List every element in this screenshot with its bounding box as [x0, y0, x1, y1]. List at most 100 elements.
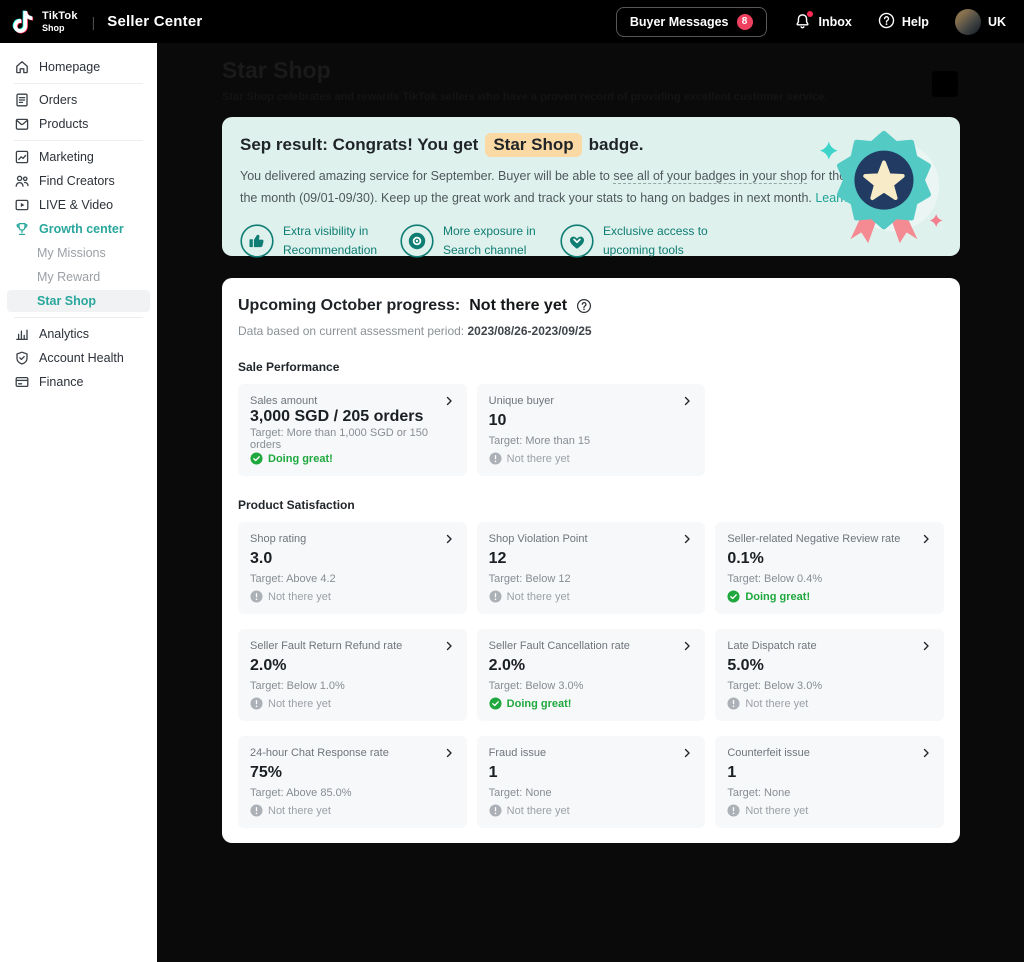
sidebar-item-my-missions[interactable]: My Missions: [0, 242, 157, 264]
help-label: Help: [902, 15, 929, 29]
home-icon: [14, 59, 30, 75]
sidebar-item-marketing[interactable]: Marketing: [0, 146, 157, 168]
sidebar-item-label: Homepage: [39, 60, 100, 74]
metric-card[interactable]: Shop Violation Point12Target: Below 12No…: [477, 522, 706, 614]
chevron-right-icon[interactable]: [443, 747, 455, 759]
metric-target: Target: Below 3.0%: [489, 680, 694, 692]
metric-status-text: Not there yet: [268, 805, 331, 817]
metric-status-text: Not there yet: [745, 698, 808, 710]
exclamation-circle-icon: [489, 452, 502, 465]
metric-status-text: Doing great!: [268, 453, 333, 465]
sidebar-item-analytics[interactable]: Analytics: [0, 323, 157, 345]
metric-status: Not there yet: [250, 590, 455, 603]
chevron-right-icon[interactable]: [920, 640, 932, 652]
metric-status-text: Doing great!: [507, 698, 572, 710]
chevron-right-icon[interactable]: [443, 640, 455, 652]
section-title: Product Satisfaction: [238, 498, 944, 512]
dimmed-action-button: [932, 71, 958, 97]
metric-value: 75%: [250, 764, 455, 782]
sidebar-item-label: Marketing: [39, 150, 94, 164]
metric-card[interactable]: Unique buyer10Target: More than 15Not th…: [477, 384, 706, 476]
sidebar-divider: [14, 83, 143, 84]
metric-grid: Sales amount3,000 SGD / 205 ordersTarget…: [238, 384, 944, 476]
logo-subtitle: Shop: [42, 24, 78, 33]
metric-label: Sales amount: [250, 395, 317, 407]
sidebar-item-star-shop[interactable]: Star Shop: [7, 290, 150, 312]
help-button[interactable]: Help: [878, 12, 929, 32]
products-icon: [14, 116, 30, 132]
sidebar-item-my-reward[interactable]: My Reward: [0, 266, 157, 288]
tiktok-shop-logo[interactable]: TikTok Shop: [10, 9, 78, 35]
buyer-messages-label: Buyer Messages: [630, 15, 729, 29]
metric-card[interactable]: Seller-related Negative Review rate0.1%T…: [715, 522, 944, 614]
metric-target: Target: More than 1,000 SGD or 150 order…: [250, 427, 455, 451]
banner-body-text-1: You delivered amazing service for Septem…: [240, 169, 613, 183]
benefit-item: Exclusive access to upcoming tools: [560, 222, 712, 259]
avatar: [955, 9, 981, 35]
chevron-right-icon[interactable]: [681, 533, 693, 545]
exclamation-circle-icon: [250, 697, 263, 710]
metric-card[interactable]: Sales amount3,000 SGD / 205 ordersTarget…: [238, 384, 467, 476]
benefit-item: Extra visibility in Recommendation: [240, 222, 392, 259]
sidebar-item-label: Find Creators: [39, 174, 115, 188]
chevron-right-icon[interactable]: [681, 640, 693, 652]
metric-label: 24-hour Chat Response rate: [250, 747, 389, 759]
logo-text: TikTok Shop: [42, 11, 78, 33]
chevron-right-icon[interactable]: [681, 395, 693, 407]
benefit-label: Extra visibility in Recommendation: [283, 222, 392, 259]
metric-target: Target: More than 15: [489, 435, 694, 447]
analytics-icon: [14, 326, 30, 342]
metric-value: 12: [489, 550, 694, 568]
shield-icon: [14, 350, 30, 366]
account-menu[interactable]: UK: [955, 9, 1006, 35]
sidebar-item-find-creators[interactable]: Find Creators: [0, 170, 157, 192]
chevron-right-icon[interactable]: [920, 533, 932, 545]
sidebar-item-growth-center[interactable]: Growth center: [0, 218, 157, 240]
metric-target: Target: Above 4.2: [250, 573, 455, 585]
inbox-button[interactable]: Inbox: [793, 12, 852, 31]
sidebar-item-label: Orders: [39, 93, 77, 107]
sidebar-item-account-health[interactable]: Account Health: [0, 347, 157, 369]
metric-target: Target: Above 85.0%: [250, 787, 455, 799]
metric-label: Seller Fault Return Refund rate: [250, 640, 402, 652]
metric-card[interactable]: Fraud issue1Target: NoneNot there yet: [477, 736, 706, 828]
sidebar-item-orders[interactable]: Orders: [0, 89, 157, 111]
badges-in-shop-link[interactable]: see all of your badges in your shop: [613, 169, 807, 184]
metric-status-text: Doing great!: [745, 591, 810, 603]
metric-target: Target: Below 12: [489, 573, 694, 585]
metric-value: 10: [489, 412, 694, 430]
sidebar-item-live-video[interactable]: LIVE & Video: [0, 194, 157, 216]
metric-card[interactable]: Seller Fault Return Refund rate2.0%Targe…: [238, 629, 467, 721]
metric-card[interactable]: Counterfeit issue1Target: NoneNot there …: [715, 736, 944, 828]
buyer-messages-button[interactable]: Buyer Messages 8: [616, 7, 767, 37]
sidebar-item-label: Finance: [39, 375, 83, 389]
chevron-right-icon[interactable]: [681, 747, 693, 759]
metric-status-text: Not there yet: [268, 591, 331, 603]
progress-card: Upcoming October progress: Not there yet…: [222, 278, 960, 843]
sidebar-item-label: LIVE & Video: [39, 198, 113, 212]
metric-target: Target: Below 3.0%: [727, 680, 932, 692]
sidebar-item-finance[interactable]: Finance: [0, 371, 157, 393]
metric-value: 2.0%: [250, 657, 455, 675]
chevron-right-icon[interactable]: [920, 747, 932, 759]
metric-status: Doing great!: [489, 697, 694, 710]
metric-card[interactable]: 24-hour Chat Response rate 75% Target: Abo…: [238, 736, 467, 828]
metric-card[interactable]: Shop rating3.0Target: Above 4.2Not there…: [238, 522, 467, 614]
metric-card[interactable]: Seller Fault Cancellation rate2.0%Target…: [477, 629, 706, 721]
star-shop-highlight: Star Shop: [485, 133, 581, 157]
metric-label: Fraud issue: [489, 747, 546, 759]
metric-status-text: Not there yet: [507, 591, 570, 603]
top-header: TikTok Shop | Seller Center Buyer Messag…: [0, 0, 1024, 43]
buyer-messages-badge: 8: [737, 14, 753, 30]
page-header-dimmed: Star Shop Star Shop celebrates and rewar…: [157, 43, 1024, 103]
sidebar-item-products[interactable]: Products: [0, 113, 157, 135]
exclamation-circle-icon: [250, 804, 263, 817]
question-circle-icon[interactable]: [576, 298, 592, 314]
sidebar-item-homepage[interactable]: Homepage: [0, 56, 157, 78]
chevron-right-icon[interactable]: [443, 533, 455, 545]
metric-card[interactable]: Late Dispatch rate5.0%Target: Below 3.0%…: [715, 629, 944, 721]
creators-icon: [14, 173, 30, 189]
metric-status: Doing great!: [250, 452, 455, 465]
sidebar-item-label: Star Shop: [37, 294, 96, 308]
chevron-right-icon[interactable]: [443, 395, 455, 407]
